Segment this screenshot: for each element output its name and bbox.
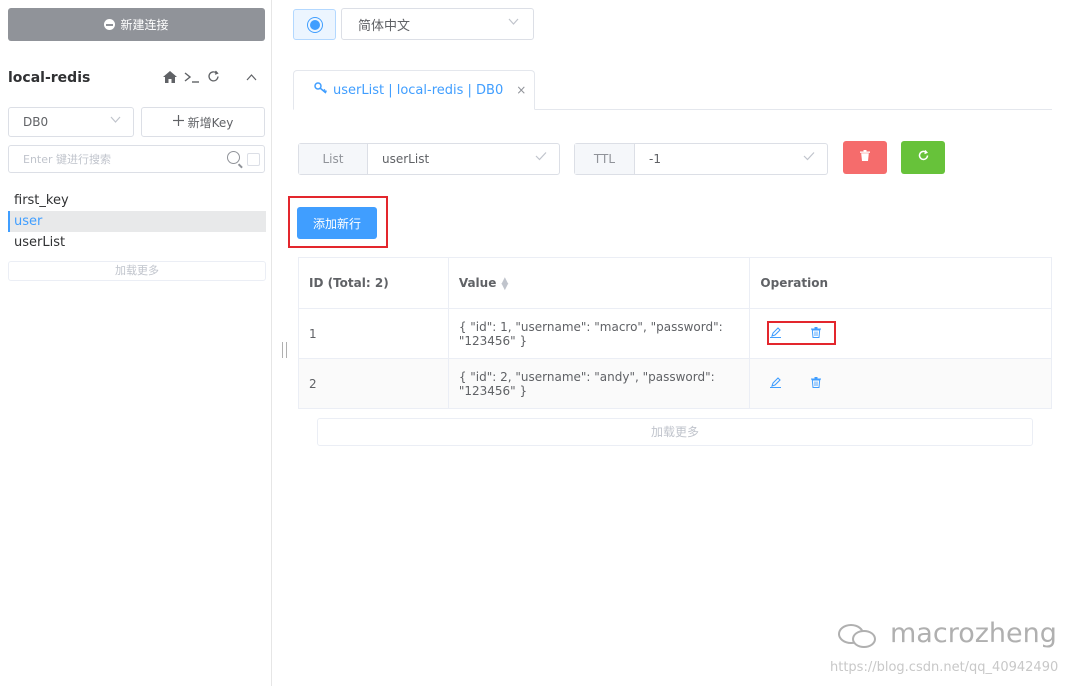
check-icon[interactable] [535,150,547,164]
watermark-url: https://blog.csdn.net/qq_40942490 [830,660,1059,675]
column-header-id: ID (Total: 2) [298,257,449,309]
terminal-icon[interactable] [184,71,200,83]
key-search-input[interactable]: Enter 键进行搜索 [8,145,265,173]
add-row-button[interactable]: 添加新行 [297,207,377,239]
search-icon[interactable] [227,151,240,164]
watermark-brand: macrozheng [890,618,1057,649]
resize-handle[interactable] [282,342,287,358]
ttl-input[interactable]: -1 [635,144,827,174]
eye-icon [309,19,320,30]
key-name-input-group: List userList [298,143,560,175]
sort-icon[interactable]: ▲ ▼ [501,276,508,291]
wechat-icon [838,620,882,648]
watermark: macrozheng [838,618,1057,649]
row-operations [749,358,1052,409]
view-toggle-button[interactable] [293,9,336,40]
edit-icon[interactable] [770,376,782,391]
search-placeholder: Enter 键进行搜索 [23,153,112,166]
ttl-value: -1 [649,152,661,166]
tab-label: userList | local-redis | DB0 [333,82,504,98]
new-connection-button[interactable]: 新建连接 [8,8,265,41]
new-key-label: 新增Key [187,115,234,130]
key-name-value: userList [382,152,430,166]
row-value: { "id": 2, "username": "andy", "password… [447,358,751,409]
trash-icon[interactable] [811,376,822,391]
table-load-more-button[interactable]: 加载更多 [317,418,1033,446]
delete-key-button[interactable] [843,141,887,174]
column-header-value-label: Value [458,276,497,290]
exact-match-checkbox[interactable] [247,153,260,166]
refresh-key-button[interactable] [901,141,945,174]
table-row: 2 { "id": 2, "username": "andy", "passwo… [298,358,1052,409]
plus-icon [172,115,184,129]
list-value-table: ID (Total: 2) Value ▲ ▼ Operation 1 { "id"… [298,257,1052,409]
ttl-label: TTL [575,144,635,174]
column-header-operation: Operation [749,257,1052,309]
list-item[interactable]: first_key [8,190,266,211]
language-select[interactable]: 简体中文 [341,8,534,40]
home-icon[interactable] [163,70,177,83]
table-row: 1 { "id": 1, "username": "macro", "passw… [298,308,1052,359]
row-value: { "id": 1, "username": "macro", "passwor… [447,308,751,359]
chevron-down-icon [508,18,519,29]
key-name-input[interactable]: userList [368,144,559,174]
close-icon[interactable]: × [516,83,526,97]
chevron-down-icon [110,116,121,127]
db-select[interactable]: DB0 [8,107,134,137]
language-value: 简体中文 [358,18,411,34]
list-item[interactable]: user [8,211,266,232]
new-connection-label: 新建连接 [120,18,169,32]
connection-name[interactable]: local-redis [8,70,90,86]
list-item[interactable]: userList [8,232,266,253]
ttl-input-group: TTL -1 [574,143,828,175]
grid-icon[interactable] [227,71,239,83]
highlight-box [767,321,836,345]
sidebar: 新建连接 local-redis DB0 新增Key Enter 键进行搜索 f… [0,0,272,686]
row-id: 2 [298,358,449,409]
connection-toolbar [163,70,257,83]
minus-circle-icon [104,19,116,30]
sidebar-load-more-button[interactable]: 加载更多 [8,261,266,281]
new-key-button[interactable]: 新增Key [141,107,265,137]
key-icon [314,82,328,98]
key-list: first_key user userList [8,190,266,253]
trash-icon [860,150,870,165]
key-type-label: List [299,144,368,174]
row-id: 1 [298,308,449,359]
column-header-value[interactable]: Value ▲ ▼ [447,257,751,309]
chevron-up-icon[interactable] [246,73,257,81]
tab-userlist[interactable]: userList | local-redis | DB0 × [293,70,535,110]
db-select-value: DB0 [23,115,49,129]
refresh-icon [918,150,929,165]
refresh-icon[interactable] [207,70,220,83]
check-icon[interactable] [803,150,815,164]
